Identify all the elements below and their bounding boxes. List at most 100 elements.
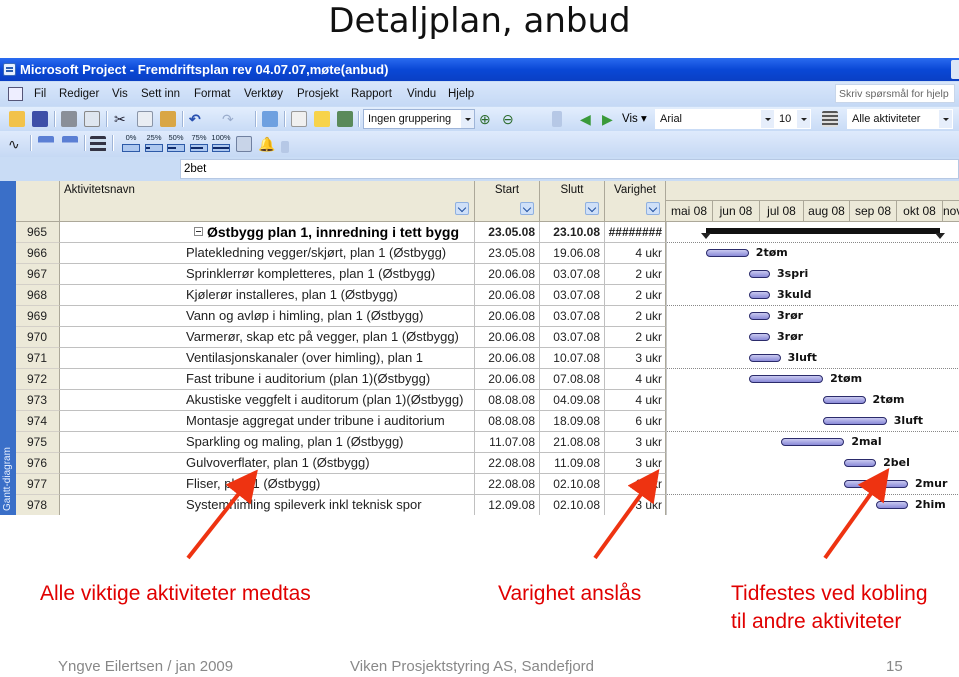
task-start[interactable]: 11.07.08 [475,432,540,453]
task-start[interactable]: 12.09.08 [475,495,540,515]
task-id[interactable]: 966 [16,243,60,264]
scroll-right-icon[interactable]: ▶ [602,111,618,127]
task-name[interactable]: Platekledning vegger/skjørt, plan 1 (Øst… [60,243,475,264]
menu-rediger[interactable]: Rediger [59,82,99,106]
menu-fil[interactable]: Fil [34,82,46,106]
zoom-out-icon[interactable]: ⊖ [502,111,518,127]
view-bar[interactable]: Gantt-diagram [0,181,16,515]
save-icon[interactable] [32,111,48,127]
window-control-button[interactable] [951,60,959,79]
autofilter-icon[interactable] [646,202,660,215]
paste-icon[interactable] [160,111,176,127]
task-name[interactable]: Gulvoverflater, plan 1 (Østbygg) [60,453,475,474]
task-bar[interactable] [823,396,866,404]
task-name[interactable]: Systemhimling spileverk inkl teknisk spo… [60,495,475,515]
font-size-select[interactable]: 10 [774,109,811,129]
task-end[interactable]: 03.07.08 [540,327,605,348]
update-tasks-icon[interactable] [236,136,252,152]
task-name[interactable]: Vann og avløp i himling, plan 1 (Østbygg… [60,306,475,327]
task-end[interactable]: 03.07.08 [540,285,605,306]
task-notes-icon[interactable] [314,111,330,127]
task-name[interactable]: Montasje aggregat under tribune i audito… [60,411,475,432]
task-bar[interactable] [748,312,771,320]
task-name[interactable]: Sprinklerrør kompletteres, plan 1 (Østby… [60,264,475,285]
task-bar[interactable] [748,270,771,278]
task-end[interactable]: 03.07.08 [540,306,605,327]
toolbar-options-icon[interactable] [552,111,562,127]
task-end[interactable]: 23.10.08 [540,222,605,243]
align-icon[interactable] [822,111,838,127]
task-bar[interactable] [748,333,771,341]
assign-resources-icon[interactable] [337,111,353,127]
column-header-start[interactable]: Start [475,181,540,222]
chevron-down-icon[interactable] [939,110,952,128]
task-start[interactable]: 20.06.08 [475,327,540,348]
menu-vis[interactable]: Vis [112,82,128,106]
task-id[interactable]: 975 [16,432,60,453]
task-name[interactable]: Kjølerør installeres, plan 1 (Østbygg) [60,285,475,306]
task-bar[interactable] [876,501,908,509]
menu-rapport[interactable]: Rapport [351,82,392,106]
task-start[interactable]: 08.08.08 [475,411,540,432]
summary-bar[interactable] [706,228,940,234]
task-id[interactable]: 974 [16,411,60,432]
task-start[interactable]: 20.06.08 [475,285,540,306]
task-bar[interactable] [780,438,845,446]
percent-75-button[interactable]: 75% [188,134,210,154]
chevron-down-icon[interactable] [461,110,474,128]
filter-select[interactable]: Alle aktiviteter [847,109,953,129]
copy-icon[interactable] [137,111,153,127]
task-end[interactable]: 21.08.08 [540,432,605,453]
task-id[interactable]: 969 [16,306,60,327]
entry-field[interactable]: 2bet [180,159,959,179]
task-bar[interactable] [844,480,908,488]
task-duration[interactable]: 4 ukr [605,369,666,390]
task-end[interactable]: 07.08.08 [540,369,605,390]
print-icon[interactable] [61,111,77,127]
task-start[interactable]: 23.05.08 [475,243,540,264]
task-end[interactable]: 10.07.08 [540,348,605,369]
percent-100-button[interactable]: 100% [210,134,232,154]
column-header-duration[interactable]: Varighet [605,181,666,222]
task-end[interactable]: 11.09.08 [540,453,605,474]
task-bar[interactable] [748,375,824,383]
task-duration[interactable]: 6 ukr [605,474,666,495]
menu-hjelp[interactable]: Hjelp [448,82,474,106]
task-id[interactable]: 971 [16,348,60,369]
task-start[interactable]: 22.08.08 [475,453,540,474]
percent-0-button[interactable]: 0% [120,134,142,154]
autofilter-icon[interactable] [455,202,469,215]
scroll-left-icon[interactable]: ◀ [580,111,596,127]
task-bar[interactable] [706,249,749,257]
task-name[interactable]: Varmerør, skap etc på vegger, plan 1 (Øs… [60,327,475,348]
task-start[interactable]: 20.06.08 [475,264,540,285]
column-header-id[interactable] [16,181,60,222]
split-task-icon[interactable] [90,136,106,152]
menu-prosjekt[interactable]: Prosjekt [297,82,339,106]
task-start[interactable]: 20.06.08 [475,306,540,327]
task-bar[interactable] [748,291,771,299]
column-header-end[interactable]: Slutt [540,181,605,222]
autofilter-icon[interactable] [520,202,534,215]
menu-verktoy[interactable]: Verktøy [244,82,283,106]
outdent-icon[interactable] [38,136,54,152]
menu-vindu[interactable]: Vindu [407,82,436,106]
percent-50-button[interactable]: 50% [165,134,187,154]
bell-icon[interactable]: 🔔 [258,136,275,152]
task-duration[interactable]: 2 ukr [605,285,666,306]
document-icon[interactable] [8,87,23,101]
grouping-select[interactable]: Ingen gruppering [363,109,475,129]
task-id[interactable]: 968 [16,285,60,306]
menu-sett-inn[interactable]: Sett inn [141,82,180,106]
task-id[interactable]: 978 [16,495,60,515]
task-duration[interactable]: 4 ukr [605,390,666,411]
task-start[interactable]: 22.08.08 [475,474,540,495]
task-end[interactable]: 02.10.08 [540,495,605,515]
chevron-down-icon[interactable] [797,110,810,128]
task-id[interactable]: 965 [16,222,60,243]
task-id[interactable]: 972 [16,369,60,390]
vis-menu-button[interactable]: Vis ▾ [622,111,647,127]
task-duration[interactable]: 2 ukr [605,264,666,285]
task-duration[interactable]: 2 ukr [605,327,666,348]
task-name[interactable]: Akustiske veggfelt i auditorum (plan 1)(… [60,390,475,411]
